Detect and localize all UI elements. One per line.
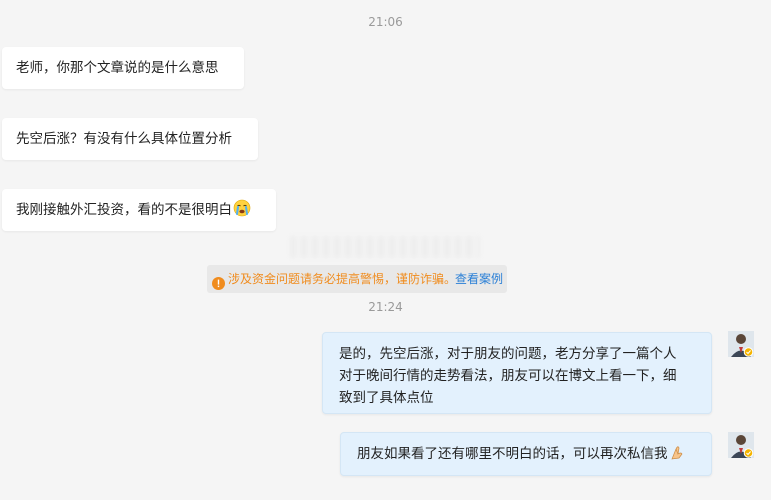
timestamp-2: 21:24 [368, 300, 403, 314]
avatar[interactable] [728, 331, 754, 357]
outgoing-message-2: 朋友如果看了还有哪里不明白的话，可以再次私信我 [340, 432, 712, 476]
warning-text: 涉及资金问题请务必提高警惕，谨防诈骗。 [228, 272, 457, 286]
fraud-warning-banner: 涉及资金问题请务必提高警惕，谨防诈骗。 查看案例 [207, 265, 507, 293]
info-icon [212, 272, 225, 300]
message-text: 老师，你那个文章说的是什么意思 [16, 60, 219, 76]
outgoing-message-1: 是的，先空后涨，对于朋友的问题，老方分享了一篇个人 对于晚间行情的走势看法，朋友… [322, 332, 712, 414]
view-cases-link[interactable]: 查看案例 [455, 265, 503, 293]
crying-face-emoji [233, 199, 251, 224]
message-line: 朋友如果看了还有哪里不明白的话，可以再次私信我 [357, 446, 668, 462]
incoming-message-1: 老师，你那个文章说的是什么意思 [2, 47, 244, 89]
message-line: 对于晚间行情的走势看法，朋友可以在博文上看一下，细 [339, 368, 677, 384]
message-text: 我刚接触外汇投资，看的不是很明白 [16, 202, 232, 218]
incoming-message-3: 我刚接触外汇投资，看的不是很明白 [2, 189, 276, 231]
folded-hands-emoji [669, 443, 687, 468]
timestamp-1: 21:06 [368, 15, 403, 29]
incoming-message-2: 先空后涨？有没有什么具体位置分析 [2, 118, 258, 160]
message-line: 是的，先空后涨，对于朋友的问题，老方分享了一篇个人 [339, 346, 677, 362]
avatar[interactable] [728, 432, 754, 458]
blurred-content [290, 236, 480, 258]
message-text: 先空后涨？有没有什么具体位置分析 [16, 131, 232, 147]
message-line: 致到了具体点位 [339, 390, 434, 406]
